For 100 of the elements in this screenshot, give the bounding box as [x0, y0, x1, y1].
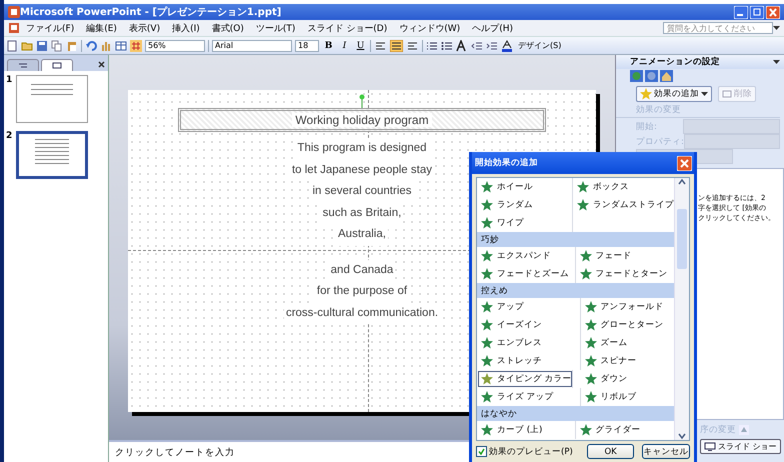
- font-dropdown[interactable]: Arial: [212, 40, 292, 52]
- title-placeholder[interactable]: Working holiday program: [178, 108, 546, 132]
- undo-icon[interactable]: [85, 40, 97, 52]
- font-grow-icon[interactable]: [456, 40, 468, 52]
- effect-item[interactable]: カーブ (上): [477, 421, 576, 439]
- save-icon[interactable]: [36, 40, 48, 52]
- check-icon: [478, 448, 485, 455]
- minimize-icon[interactable]: [734, 6, 748, 18]
- font-color-icon[interactable]: [501, 40, 513, 52]
- align-right-icon[interactable]: [406, 40, 419, 52]
- effect-item[interactable]: フェードとターン: [576, 265, 674, 283]
- open-folder-icon[interactable]: [21, 40, 33, 52]
- effect-item[interactable]: ズーム: [580, 334, 674, 352]
- effect-item[interactable]: フェード: [576, 247, 674, 265]
- paste-icon[interactable]: [66, 40, 78, 52]
- zoom-dropdown[interactable]: 56%: [145, 40, 205, 52]
- effect-item[interactable]: ダウン: [580, 370, 674, 388]
- remove-icon: [722, 90, 732, 98]
- effect-item[interactable]: ランダム: [477, 196, 573, 214]
- new-document-icon[interactable]: [6, 40, 18, 52]
- star-icon: [640, 88, 652, 100]
- dropdown-icon[interactable]: [773, 59, 780, 65]
- star-icon: [580, 424, 592, 436]
- help-search-field[interactable]: 質問を入力してください: [663, 22, 773, 34]
- pane-title: アニメーションの設定: [630, 56, 721, 68]
- cancel-button[interactable]: キャンセル: [642, 444, 690, 459]
- slide-text: and Canada: [328, 260, 396, 281]
- ok-button[interactable]: OK: [586, 444, 634, 459]
- slide-number: 1: [6, 75, 14, 87]
- bullet-list-icon[interactable]: [441, 40, 453, 52]
- effect-item[interactable]: アップ: [477, 298, 581, 316]
- star-icon: [577, 199, 589, 211]
- star-icon: [481, 319, 493, 331]
- effect-item[interactable]: ホイール: [477, 178, 573, 196]
- effect-item[interactable]: ストレッチ: [477, 352, 581, 370]
- menu-item[interactable]: ヘルプ(H): [466, 22, 519, 34]
- monitor-icon: [704, 442, 716, 452]
- menu-item[interactable]: 編集(E): [80, 22, 123, 34]
- slide-icon: [52, 62, 62, 69]
- menu-item[interactable]: スライド ショー(D): [301, 22, 394, 34]
- effect-item[interactable]: スピナー: [580, 352, 674, 370]
- star-icon: [481, 268, 493, 280]
- scroll-down-icon[interactable]: [677, 432, 687, 440]
- bold-button[interactable]: B: [322, 40, 335, 50]
- increase-indent-icon[interactable]: [486, 40, 498, 52]
- rotate-handle[interactable]: [359, 94, 365, 108]
- menu-item[interactable]: 挿入(I): [166, 22, 206, 34]
- font-size-dropdown[interactable]: 18: [295, 40, 319, 52]
- add-effect-button[interactable]: 効果の追加: [636, 86, 712, 102]
- star-icon: [481, 199, 493, 211]
- star-icon: [584, 337, 597, 349]
- group-header: 控えめ: [477, 283, 674, 298]
- preview-checkbox[interactable]: 効果のプレビュー(P): [476, 446, 573, 458]
- menu-item[interactable]: 書式(O): [206, 22, 250, 34]
- decrease-indent-icon[interactable]: [471, 40, 483, 52]
- menu-item[interactable]: ツール(T): [250, 22, 302, 34]
- effect-item[interactable]: アンフォールド: [580, 298, 674, 316]
- underline-button[interactable]: U: [354, 40, 367, 50]
- slide-thumbnail[interactable]: [16, 131, 88, 179]
- close-icon[interactable]: [98, 60, 105, 68]
- effect-item[interactable]: イーズイン: [477, 316, 581, 334]
- align-center-icon[interactable]: [390, 40, 403, 52]
- grid-icon[interactable]: [130, 40, 142, 52]
- slide-thumbnail[interactable]: [16, 75, 88, 123]
- scrollbar-thumb[interactable]: [677, 209, 687, 269]
- star-icon: [481, 337, 493, 349]
- effect-item[interactable]: エクスパンド: [477, 247, 576, 265]
- dropdown-field[interactable]: [684, 134, 780, 149]
- restore-icon[interactable]: [750, 6, 764, 18]
- slideshow-button[interactable]: スライド ショー: [700, 439, 781, 454]
- effect-item[interactable]: グローとターン: [580, 316, 674, 334]
- effect-item[interactable]: リボルブ: [580, 388, 674, 406]
- numbered-list-icon[interactable]: [426, 40, 438, 52]
- dropdown-field[interactable]: [683, 119, 780, 134]
- star-icon: [584, 301, 597, 313]
- design-button[interactable]: デザイン(S): [516, 40, 564, 51]
- star-icon: [580, 268, 592, 280]
- effect-item[interactable]: エンブレス: [477, 334, 581, 352]
- slide-text: cross-cultural communication.: [284, 302, 440, 324]
- menu-item[interactable]: ウィンドウ(W): [393, 22, 466, 34]
- effect-item[interactable]: ランダムストライプ: [573, 196, 674, 214]
- effect-item[interactable]: グライダー: [576, 421, 674, 439]
- outline-tab[interactable]: [7, 59, 39, 71]
- menu-item[interactable]: ファイル(F): [20, 22, 80, 34]
- group-header: はなやか: [477, 406, 674, 421]
- home-icon[interactable]: [660, 70, 673, 82]
- scroll-up-icon[interactable]: [677, 178, 687, 186]
- effect-item[interactable]: ボックス: [573, 178, 674, 196]
- table-icon[interactable]: [115, 40, 127, 52]
- star-icon: [584, 391, 597, 403]
- star-icon: [584, 319, 597, 331]
- slides-tab[interactable]: [41, 59, 73, 71]
- slide-text: for the purpose of: [314, 281, 410, 302]
- align-left-icon[interactable]: [374, 40, 387, 52]
- copy-icon[interactable]: [51, 40, 63, 52]
- effect-item[interactable]: タイピング カラー: [477, 370, 573, 388]
- slide-number: 2: [6, 131, 14, 143]
- menu-item[interactable]: 表示(V): [122, 22, 166, 34]
- dropdown-icon[interactable]: [773, 25, 780, 31]
- italic-button[interactable]: I: [338, 40, 351, 50]
